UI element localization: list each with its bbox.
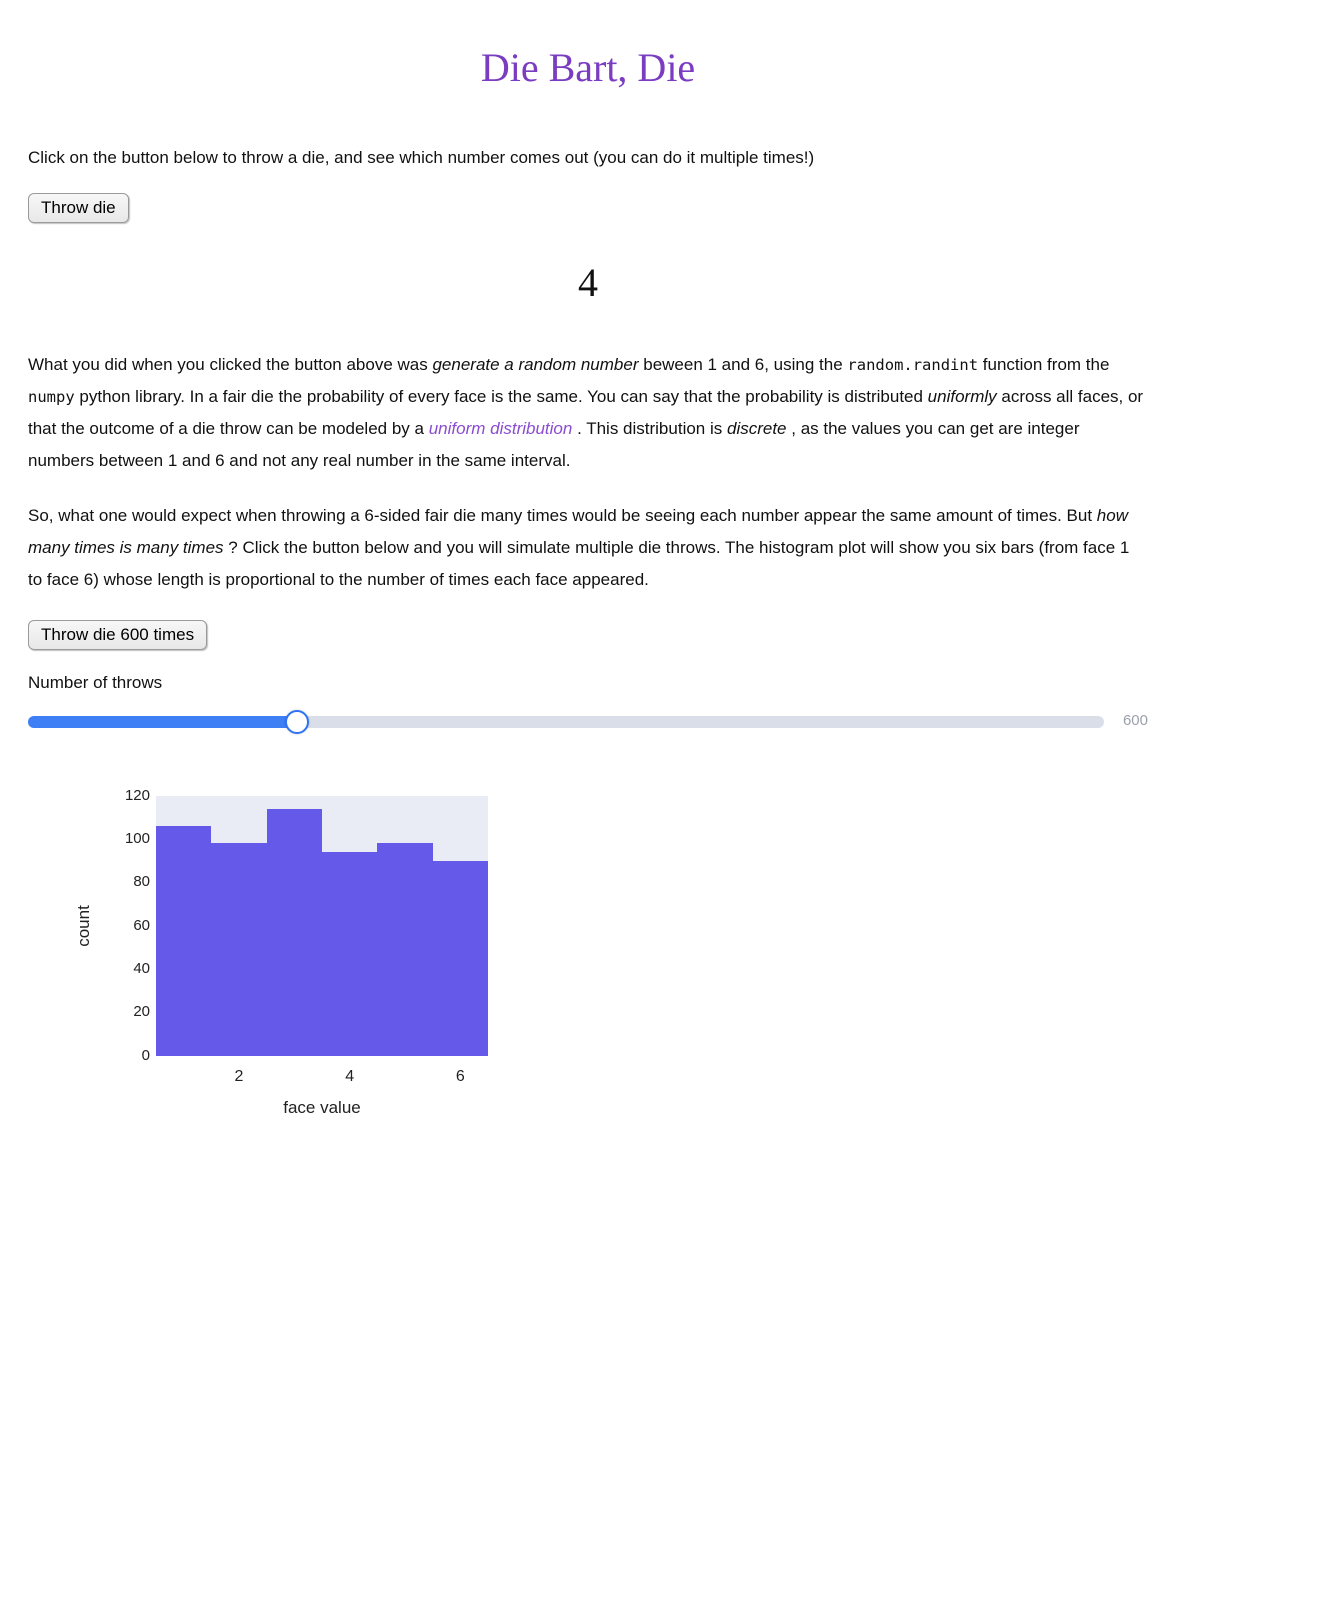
y-tick: 20 [133, 998, 150, 1027]
y-tick: 80 [133, 868, 150, 897]
uniform-distribution-link[interactable]: uniform distribution [429, 419, 573, 438]
x-axis-label: face value [156, 1092, 488, 1124]
histogram-bar [211, 843, 266, 1055]
histogram-bar [322, 852, 377, 1056]
slider-value: 600 [1116, 707, 1148, 736]
y-tick: 0 [142, 1042, 150, 1071]
histogram-bar [433, 861, 488, 1056]
histogram-bar [377, 843, 432, 1055]
emphasis-discrete: discrete [727, 419, 787, 438]
x-tick: 2 [235, 1062, 244, 1092]
throws-slider[interactable] [28, 716, 1104, 728]
y-tick: 60 [133, 912, 150, 941]
y-tick: 40 [133, 955, 150, 984]
histogram-bar [156, 826, 211, 1056]
die-result: 4 [28, 245, 1148, 321]
emphasis-uniformly: uniformly [928, 387, 997, 406]
throw-die-button[interactable]: Throw die [28, 193, 129, 223]
text: beween 1 and 6, using the [643, 355, 847, 374]
emphasis-generate: generate a random number [432, 355, 638, 374]
y-axis-label: count [68, 905, 100, 947]
slider-thumb[interactable] [285, 710, 309, 734]
explanation-paragraph-2: So, what one would expect when throwing … [28, 500, 1148, 597]
slider-fill [28, 716, 297, 728]
text: function from the [983, 355, 1110, 374]
text: . This distribution is [577, 419, 727, 438]
explanation-paragraph-1: What you did when you clicked the button… [28, 349, 1148, 478]
y-axis: count 020406080100120 [28, 796, 156, 1056]
intro-text: Click on the button below to throw a die… [28, 142, 1148, 174]
bars-container [156, 809, 488, 1056]
code-numpy: numpy [28, 388, 75, 406]
code-randint: random.randint [847, 356, 978, 374]
histogram-bar [267, 809, 322, 1056]
throw-die-600-button[interactable]: Throw die 600 times [28, 620, 207, 650]
x-tick: 4 [345, 1062, 354, 1092]
page-title: Die Bart, Die [28, 30, 1148, 106]
text: What you did when you clicked the button… [28, 355, 432, 374]
text: python library. In a fair die the probab… [79, 387, 927, 406]
histogram-chart: count 020406080100120 246 face value [28, 796, 1148, 1216]
slider-label: Number of throws [28, 667, 1148, 699]
y-tick: 120 [125, 782, 150, 811]
y-tick: 100 [125, 825, 150, 854]
text: So, what one would expect when throwing … [28, 506, 1097, 525]
x-tick: 6 [456, 1062, 465, 1092]
